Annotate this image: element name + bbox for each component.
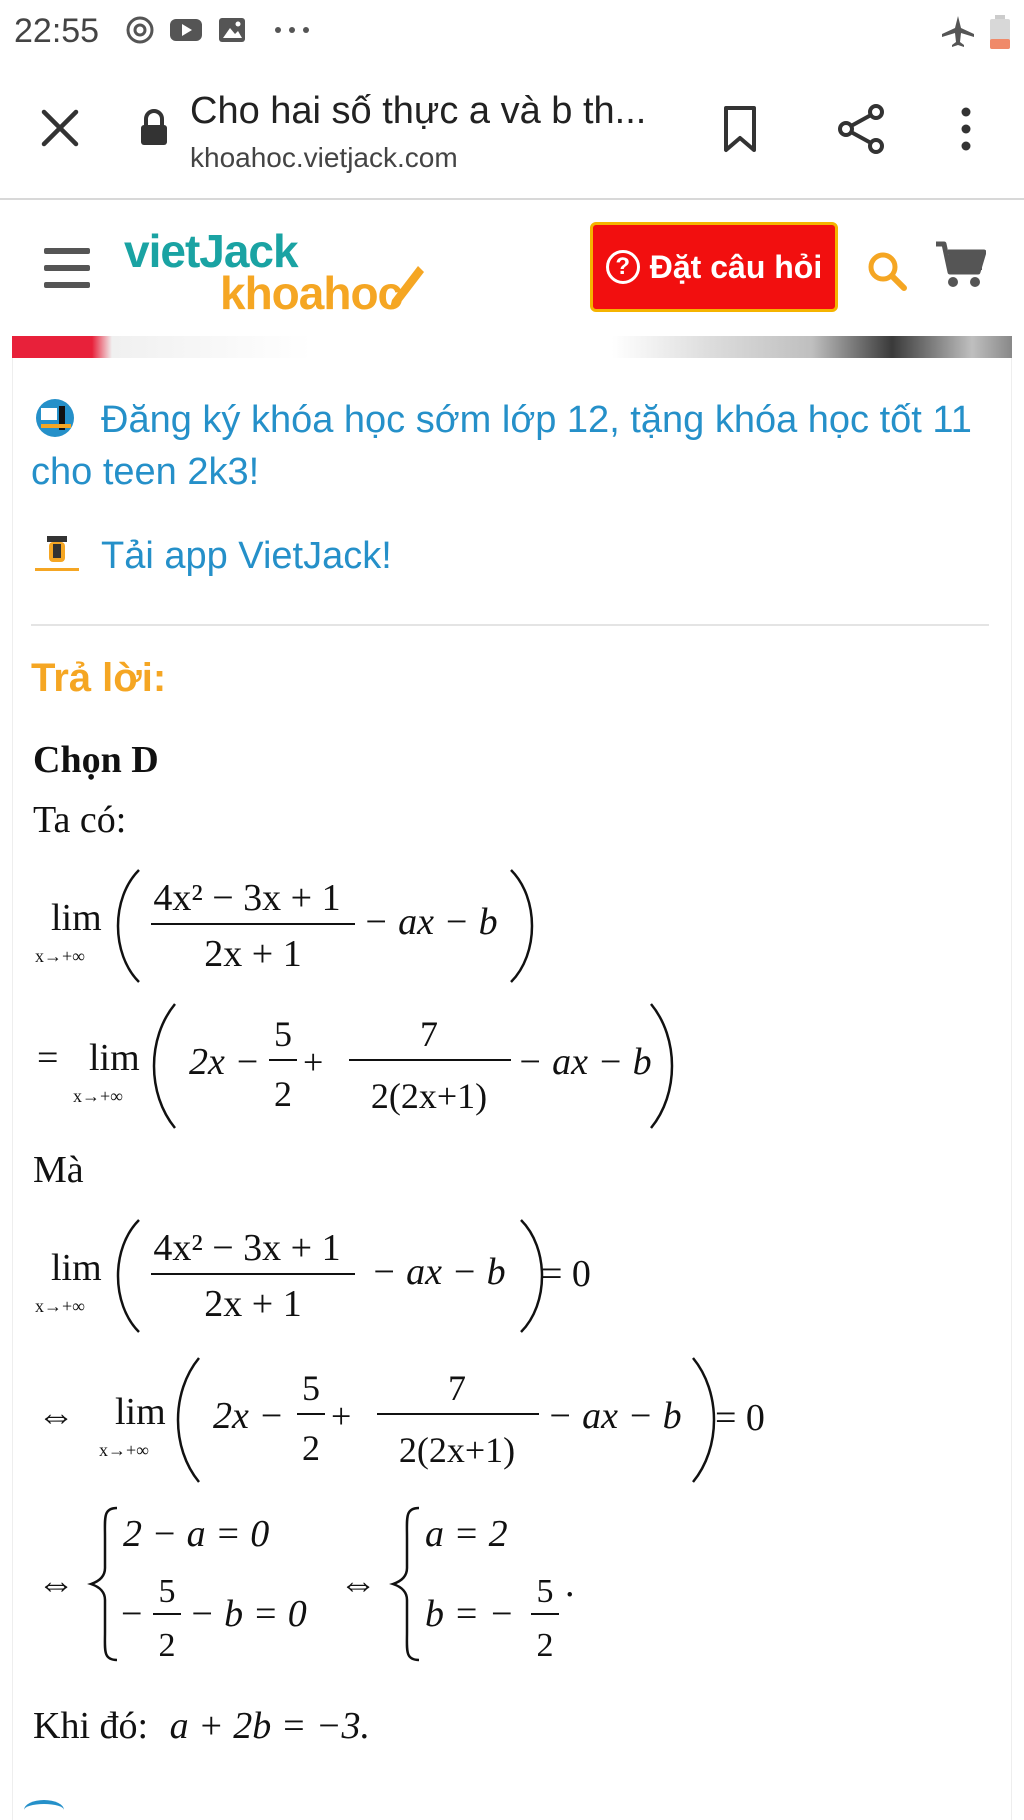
eq1-denominator: 2x + 1 <box>204 933 301 975</box>
more-dots-icon <box>272 14 312 51</box>
answer-choice: Chọn D <box>33 739 159 781</box>
image-icon <box>216 14 248 51</box>
main-content: Đăng ký khóa học sớm lớp 12, tặng khóa h… <box>12 358 1012 1820</box>
youtube-icon <box>168 14 204 51</box>
eq5-sys1-num: 5 <box>159 1573 176 1610</box>
eq2-f2-num: 7 <box>420 1014 438 1054</box>
download-app-link[interactable]: Tải app VietJack! <box>31 534 392 578</box>
eq1-sub: x→+∞ <box>35 946 85 966</box>
conclusion-expression: a + 2b = −3. <box>169 1705 370 1747</box>
ask-button-label: Đặt câu hỏi <box>649 248 823 285</box>
eq4-f1-num: 5 <box>302 1368 320 1408</box>
eq5-sys1-minus: − <box>121 1593 142 1635</box>
eq5-sys2-lead: b = − <box>425 1593 514 1635</box>
page-url[interactable]: khoahoc.vietjack.com <box>190 142 458 174</box>
ask-question-button[interactable]: ? Đặt câu hỏi <box>590 222 838 312</box>
eq5-sys2-num: 5 <box>537 1573 554 1610</box>
eq4-rhs: = 0 <box>715 1397 765 1439</box>
next-section-edge <box>24 1800 64 1820</box>
eq2-sub: x→+∞ <box>73 1086 123 1106</box>
cart-icon[interactable] <box>934 240 987 295</box>
eq4-f2-den: 2(2x+1) <box>399 1430 515 1470</box>
eq4-sub: x→+∞ <box>99 1440 149 1460</box>
classroom-icon <box>31 398 83 438</box>
eq3-tail: − ax − b <box>371 1251 506 1293</box>
eq3-lim: lim <box>51 1247 102 1289</box>
eq1-numerator: 4x² − 3x + 1 <box>153 877 340 919</box>
eq5-sys1-line1: 2 − a = 0 <box>123 1513 269 1555</box>
search-icon[interactable] <box>866 250 908 297</box>
section-divider <box>31 624 989 626</box>
eq3-numerator: 4x² − 3x + 1 <box>153 1227 340 1269</box>
graduate-icon <box>31 534 83 574</box>
pencil-logo-icon <box>388 262 424 315</box>
solution-conclusion: Khi đó: a + 2b = −3. <box>33 1704 370 1748</box>
conclusion-prefix: Khi đó: <box>33 1705 149 1747</box>
eq5-sys2-line1: a = 2 <box>425 1513 508 1555</box>
eq5-lead: ⇔ <box>37 1563 75 1605</box>
eq1-tail: − ax − b <box>363 901 498 943</box>
eq2-f2-den: 2(2x+1) <box>371 1076 487 1116</box>
eq4-plus: + <box>331 1396 351 1436</box>
eq2-plus: + <box>303 1042 323 1082</box>
bookmark-icon[interactable] <box>720 104 760 159</box>
overflow-menu-icon[interactable] <box>954 106 978 157</box>
eq3-sub: x→+∞ <box>35 1296 85 1316</box>
eq2-part1: 2x − <box>189 1041 260 1083</box>
site-header: vietJack khoahoc ? Đặt câu hỏi <box>0 202 1024 334</box>
eq4-lead: ⇔ <box>37 1395 75 1437</box>
eq2-tail: − ax − b <box>517 1041 652 1083</box>
equation-limit-3: lim x→+∞ 4x² − 3x + 1 2x + 1 − ax − b = … <box>33 1208 673 1343</box>
download-app-text: Tải app VietJack! <box>101 535 392 577</box>
logo-khoahoc[interactable]: khoahoc <box>220 266 403 320</box>
eq1-lim: lim <box>51 897 102 939</box>
eq3-denominator: 2x + 1 <box>204 1283 301 1325</box>
eq4-tail: − ax − b <box>547 1395 682 1437</box>
hamburger-menu-icon[interactable] <box>44 246 90 295</box>
battery-low-icon <box>988 14 1012 55</box>
browser-toolbar: Cho hai số thực a và b th... khoahoc.vie… <box>0 62 1024 200</box>
airplane-icon <box>940 14 976 53</box>
lock-icon <box>138 108 170 153</box>
course-promo-link[interactable]: Đăng ký khóa học sớm lớp 12, tặng khóa h… <box>31 394 991 498</box>
eq2-lim: lim <box>89 1037 140 1079</box>
eq5-sys2-den: 2 <box>537 1627 554 1664</box>
eq3-rhs: = 0 <box>541 1253 591 1295</box>
answer-heading: Trả lời: <box>31 656 167 700</box>
eq4-f2-num: 7 <box>448 1368 466 1408</box>
eq5-sys1-tail: − b = 0 <box>189 1593 307 1635</box>
question-circle-icon: ? <box>605 250 640 284</box>
banner-image-strip <box>12 336 1012 358</box>
solution-connector: Mà <box>33 1149 84 1191</box>
course-promo-text: Đăng ký khóa học sớm lớp 12, tặng khóa h… <box>31 399 972 493</box>
equation-limit-4: ⇔ lim x→+∞ 2x − 5 2 + 7 2(2x+1) − ax − b… <box>33 1348 813 1493</box>
eq4-f1-den: 2 <box>302 1428 320 1468</box>
eq4-lim: lim <box>115 1391 166 1433</box>
sync-icon <box>124 14 156 51</box>
status-time: 22:55 <box>14 12 100 50</box>
equation-limit-2: = lim x→+∞ 2x − 5 2 + 7 2(2x+1) − ax − b <box>33 994 733 1139</box>
share-icon[interactable] <box>836 102 886 161</box>
eq2-f1-num: 5 <box>274 1014 292 1054</box>
eq2-f1-den: 2 <box>274 1074 292 1114</box>
eq5-mid: ⇔ <box>339 1563 377 1605</box>
equation-systems: ⇔ 2 − a = 0 − 5 2 − b = 0 ⇔ a = 2 b = − … <box>33 1498 673 1673</box>
eq2-lead: = <box>37 1037 58 1079</box>
close-icon[interactable] <box>38 106 82 155</box>
eq5-end: . <box>565 1563 575 1605</box>
eq5-sys1-den: 2 <box>159 1627 176 1664</box>
status-bar: 22:55 <box>0 0 1024 62</box>
eq4-part1: 2x − <box>213 1395 284 1437</box>
equation-limit-1: lim x→+∞ 4x² − 3x + 1 2x + 1 − ax − b <box>33 858 593 993</box>
solution-intro: Ta có: <box>33 799 127 841</box>
page-title[interactable]: Cho hai số thực a và b th... <box>190 90 646 133</box>
